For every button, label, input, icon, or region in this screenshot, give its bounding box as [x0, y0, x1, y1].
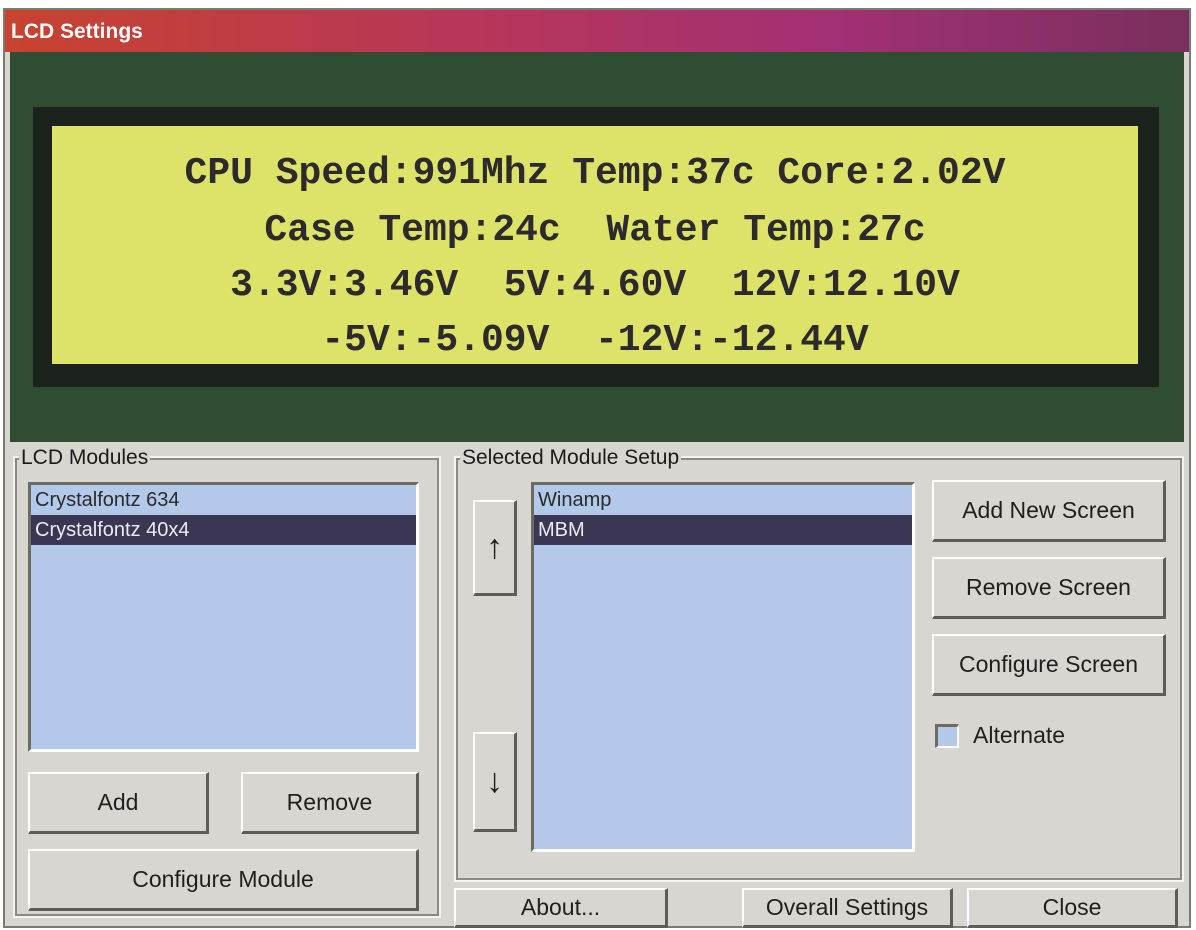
- module-item-crystalfontz-40x4[interactable]: Crystalfontz 40x4: [31, 515, 416, 545]
- alternate-option[interactable]: Alternate: [935, 722, 1065, 749]
- add-module-button[interactable]: Add: [28, 772, 209, 834]
- lcd-modules-label: LCD Modules: [19, 446, 151, 470]
- lcd-line-1: CPU Speed:991Mhz Temp:37c Core:2.02V: [184, 152, 1006, 195]
- move-down-button[interactable]: ↓: [473, 732, 517, 832]
- lcd-screen: CPU Speed:991Mhz Temp:37c Core:2.02V Cas…: [52, 126, 1138, 364]
- screens-listbox[interactable]: Winamp MBM: [531, 482, 915, 852]
- window-title: LCD Settings: [11, 20, 143, 43]
- alternate-label: Alternate: [973, 722, 1066, 748]
- move-up-button[interactable]: ↑: [473, 500, 517, 596]
- add-new-screen-button[interactable]: Add New Screen: [932, 480, 1166, 542]
- about-button[interactable]: About...: [454, 888, 668, 928]
- alternate-checkbox[interactable]: [935, 723, 959, 748]
- remove-screen-button[interactable]: Remove Screen: [932, 557, 1166, 619]
- screen-item-mbm[interactable]: MBM: [534, 515, 912, 545]
- lcd-frame: CPU Speed:991Mhz Temp:37c Core:2.02V Cas…: [33, 107, 1159, 387]
- arrow-up-icon: ↑: [486, 528, 503, 566]
- lcd-preview-panel: CPU Speed:991Mhz Temp:37c Core:2.02V Cas…: [10, 52, 1184, 442]
- title-bar[interactable]: LCD Settings: [5, 10, 1189, 52]
- configure-screen-button[interactable]: Configure Screen: [932, 634, 1166, 696]
- configure-module-button[interactable]: Configure Module: [28, 849, 419, 911]
- lcd-line-4: -5V:-5.09V -12V:-12.44V: [321, 319, 869, 362]
- lcd-line-3: 3.3V:3.46V 5V:4.60V 12V:12.10V: [230, 264, 960, 307]
- selected-module-setup-label: Selected Module Setup: [460, 446, 682, 470]
- close-button[interactable]: Close: [967, 888, 1178, 928]
- lcd-line-2: Case Temp:24c Water Temp:27c: [264, 209, 926, 252]
- overall-settings-button[interactable]: Overall Settings: [742, 888, 953, 928]
- arrow-down-icon: ↓: [486, 762, 503, 800]
- screen-item-winamp[interactable]: Winamp: [534, 485, 912, 515]
- module-item-crystalfontz-634[interactable]: Crystalfontz 634: [31, 485, 416, 515]
- lcd-settings-window: LCD Settings CPU Speed:991Mhz Temp:37c C…: [3, 8, 1191, 928]
- remove-module-button[interactable]: Remove: [241, 772, 419, 834]
- modules-listbox[interactable]: Crystalfontz 634 Crystalfontz 40x4: [28, 482, 419, 752]
